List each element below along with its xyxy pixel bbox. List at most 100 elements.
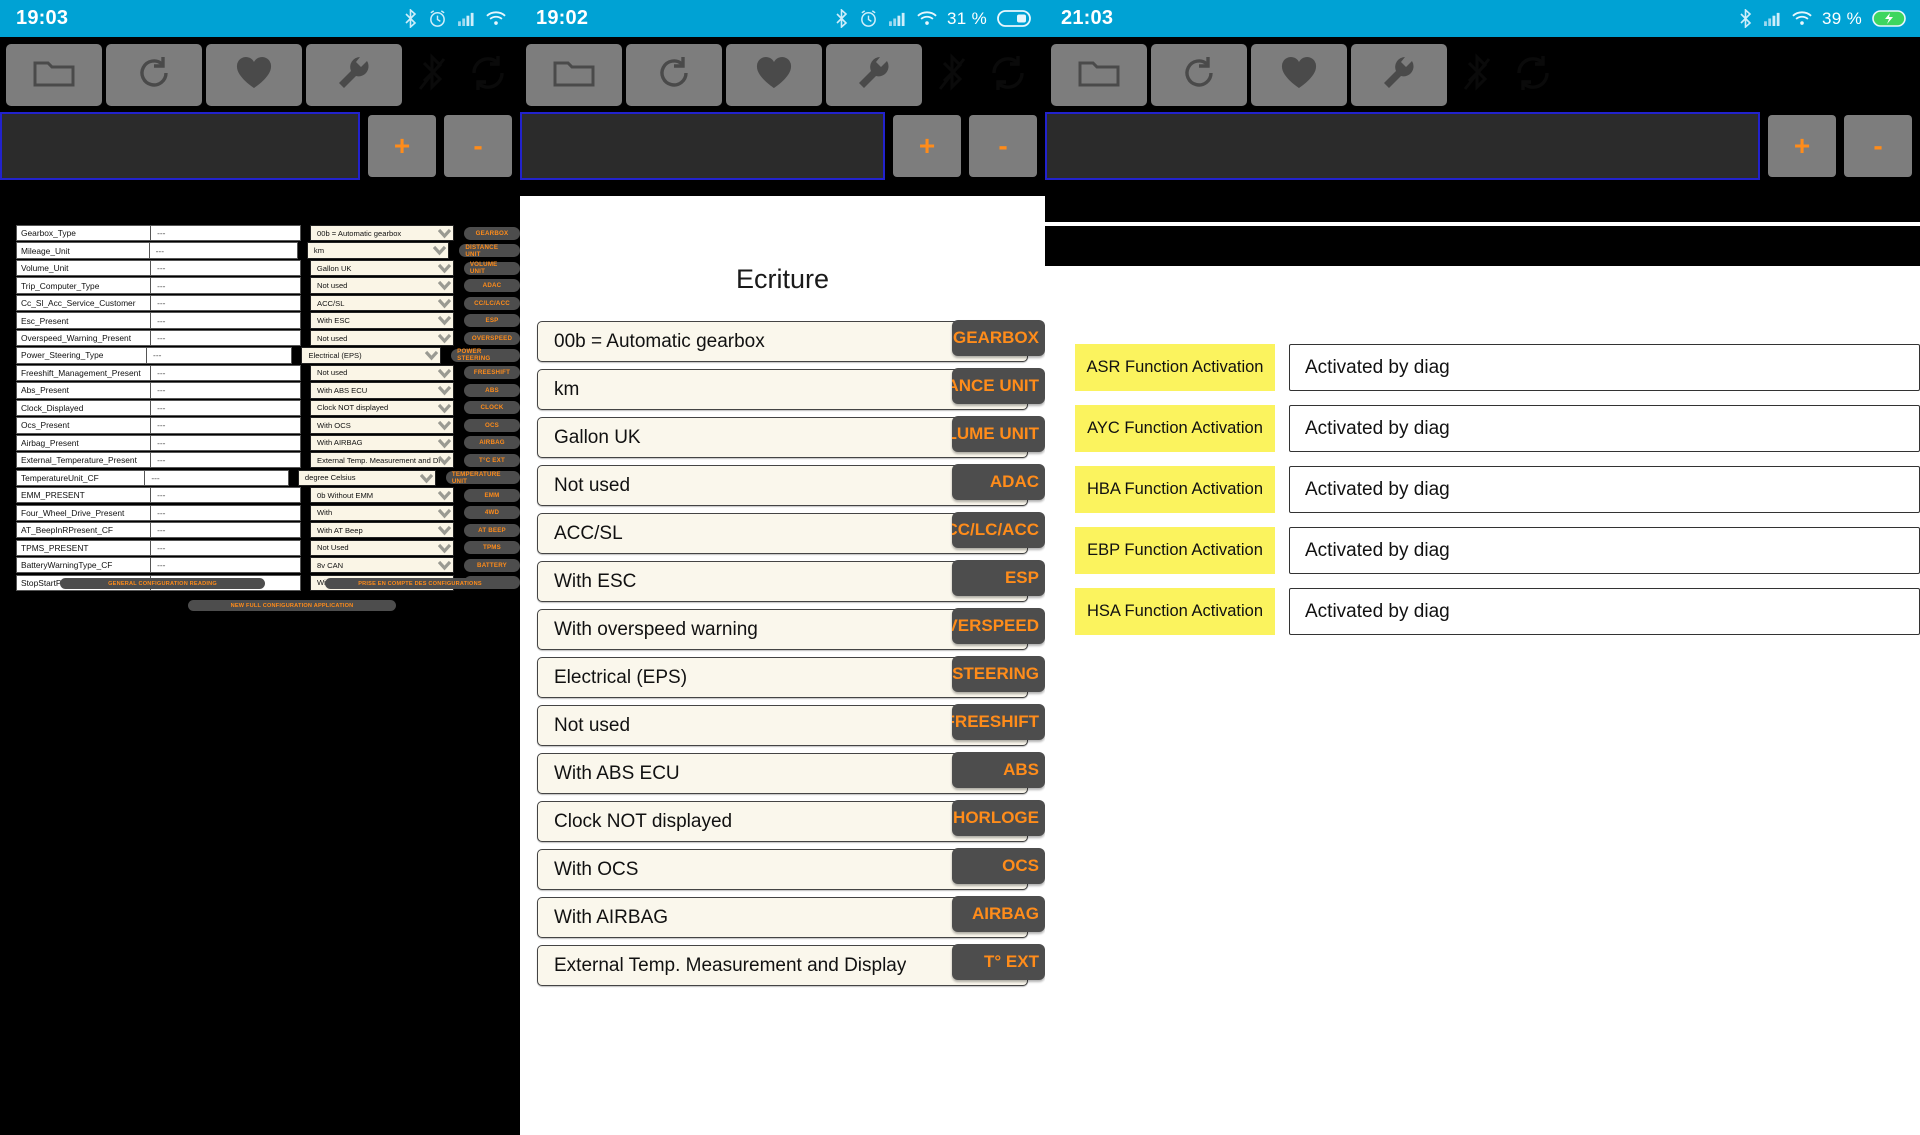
config-category-badge[interactable]: CC/LC/ACC: [464, 296, 520, 310]
category-button[interactable]: VOLUME UNIT: [952, 416, 1045, 452]
category-button[interactable]: ADAC: [952, 464, 1045, 500]
config-name: TemperatureUnit_CF: [16, 469, 146, 486]
entry-row-1: + -: [0, 111, 520, 181]
chevron-down-icon: [438, 559, 451, 572]
config-category-badge[interactable]: ADAC: [464, 279, 520, 293]
command-input-3[interactable]: [1045, 112, 1760, 180]
category-button[interactable]: ABS: [952, 752, 1045, 788]
config-select[interactable]: Clock NOT displayed: [310, 399, 454, 417]
config-select-label: With AIRBAG: [317, 438, 363, 448]
config-category-badge[interactable]: FREESHIFT: [464, 366, 520, 380]
config-category-badge[interactable]: BATTERY: [464, 558, 520, 572]
config-category-badge[interactable]: ESP: [464, 314, 520, 328]
command-input-2[interactable]: [520, 112, 885, 180]
bluetooth-off-button[interactable]: [926, 44, 978, 106]
settings-button[interactable]: [1351, 44, 1447, 106]
config-category-badge[interactable]: T°C EXT: [464, 453, 520, 467]
config-category-badge[interactable]: AIRBAG: [464, 436, 520, 450]
folder-icon: [1078, 57, 1120, 94]
dropdown-label: With ABS ECU: [554, 762, 680, 784]
config-category-badge[interactable]: CLOCK: [464, 401, 520, 415]
category-button[interactable]: POWER STEERING: [952, 656, 1045, 692]
chevron-down-icon: [438, 454, 451, 467]
function-value[interactable]: Activated by diag: [1289, 527, 1920, 574]
config-select[interactable]: With OCS: [310, 417, 454, 434]
take-into-account-button[interactable]: PRISE EN COMPTE DES CONFIGURATIONS: [325, 578, 515, 589]
category-button[interactable]: CC/LC/ACC: [952, 512, 1045, 548]
config-select[interactable]: Not Used: [310, 539, 454, 556]
function-value[interactable]: Activated by diag: [1289, 344, 1920, 391]
config-select[interactable]: External Temp. Measurement and Di: [310, 452, 454, 469]
refresh-button[interactable]: [106, 44, 202, 106]
config-select[interactable]: Not used: [310, 277, 454, 294]
config-category-badge[interactable]: EMM: [464, 488, 520, 502]
config-select[interactable]: Not used: [310, 364, 454, 382]
config-select[interactable]: With ESC: [310, 312, 454, 329]
config-select[interactable]: With AIRBAG: [310, 434, 454, 451]
category-button[interactable]: OCS: [952, 848, 1045, 884]
function-value[interactable]: Activated by diag: [1289, 405, 1920, 452]
category-button[interactable]: ESP: [952, 560, 1045, 596]
favorite-button[interactable]: [206, 44, 302, 106]
command-input-1[interactable]: [0, 112, 360, 180]
category-button[interactable]: DISTANCE UNIT: [952, 368, 1045, 404]
config-category-badge[interactable]: POWER STEERING: [451, 348, 520, 362]
refresh-button[interactable]: [626, 44, 722, 106]
new-full-configuration-application-button[interactable]: NEW FULL CONFIGURATION APPLICATION: [188, 600, 396, 611]
increment-button-2[interactable]: +: [893, 115, 961, 177]
sync-button[interactable]: [1507, 44, 1559, 106]
config-select[interactable]: Gallon UK: [309, 259, 454, 277]
config-category-badge[interactable]: OVERSPEED: [464, 331, 520, 345]
config-select[interactable]: 00b = Automatic gearbox: [310, 225, 454, 242]
category-button[interactable]: AIRBAG: [952, 896, 1045, 932]
config-select[interactable]: With ABS ECU: [310, 382, 454, 399]
favorite-button[interactable]: [726, 44, 822, 106]
sync-button[interactable]: [462, 44, 514, 106]
config-select[interactable]: With AT Beep: [310, 522, 454, 539]
settings-button[interactable]: [306, 44, 402, 106]
config-select[interactable]: km: [306, 242, 450, 259]
category-button[interactable]: OVERSPEED: [952, 608, 1045, 644]
config-select[interactable]: ACC/SL: [310, 294, 454, 312]
increment-button-1[interactable]: +: [368, 115, 436, 177]
folder-button[interactable]: [1051, 44, 1147, 106]
config-category-badge[interactable]: TEMPERATURE UNIT: [445, 471, 520, 485]
folder-button[interactable]: [526, 44, 622, 106]
decrement-button-2[interactable]: -: [969, 115, 1037, 177]
config-category-badge[interactable]: 4WD: [464, 506, 520, 520]
settings-button[interactable]: [826, 44, 922, 106]
config-select[interactable]: Not used: [310, 329, 454, 347]
dropdown-label: Not used: [554, 474, 631, 496]
category-button[interactable]: GEARBOX: [952, 320, 1045, 356]
config-category-badge[interactable]: DISTANCE UNIT: [459, 244, 520, 258]
config-category-badge[interactable]: OCS: [464, 418, 520, 432]
category-button[interactable]: T° EXT: [952, 944, 1045, 980]
general-configuration-reading-button[interactable]: GENERAL CONFIGURATION READING: [60, 578, 265, 589]
table-row: Mileage_Unit --- km DISTANCE UNIT: [0, 242, 520, 259]
bluetooth-off-button[interactable]: [1451, 44, 1503, 106]
folder-button[interactable]: [6, 44, 102, 106]
config-category-badge[interactable]: AT BEEP: [464, 523, 520, 537]
function-value[interactable]: Activated by diag: [1289, 466, 1920, 513]
config-select[interactable]: 0b Without EMM: [310, 487, 454, 504]
refresh-button[interactable]: [1151, 44, 1247, 106]
sync-button[interactable]: [982, 44, 1034, 106]
category-button[interactable]: FREESHIFT: [952, 704, 1045, 740]
config-category-badge[interactable]: VOLUME UNIT: [463, 261, 520, 275]
config-select[interactable]: With: [310, 504, 454, 521]
function-row: HSA Function Activation Activated by dia…: [1045, 588, 1920, 635]
config-select[interactable]: degree Celsius: [297, 469, 436, 486]
table-row: Esc_Present --- With ESC ESP: [0, 312, 520, 329]
bluetooth-off-button[interactable]: [406, 44, 458, 106]
config-category-badge[interactable]: GEARBOX: [464, 226, 520, 240]
increment-button-3[interactable]: +: [1768, 115, 1836, 177]
category-button[interactable]: HORLOGE: [952, 800, 1045, 836]
function-value[interactable]: Activated by diag: [1289, 588, 1920, 635]
config-select[interactable]: Electrical (EPS): [301, 347, 442, 364]
config-category-badge[interactable]: TPMS: [464, 541, 520, 555]
config-select[interactable]: 8v CAN: [310, 557, 454, 574]
decrement-button-3[interactable]: -: [1844, 115, 1912, 177]
decrement-button-1[interactable]: -: [444, 115, 512, 177]
favorite-button[interactable]: [1251, 44, 1347, 106]
config-category-badge[interactable]: ABS: [464, 383, 520, 397]
